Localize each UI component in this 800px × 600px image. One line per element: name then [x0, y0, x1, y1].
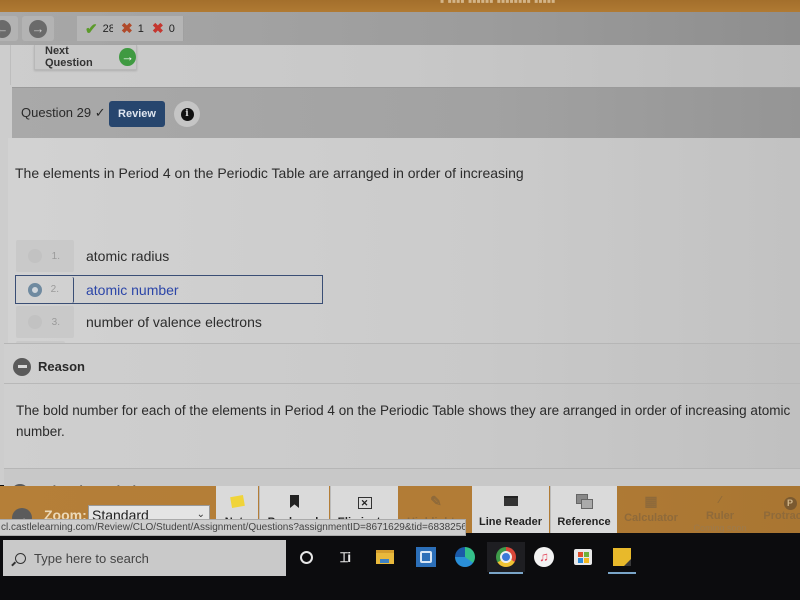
assignment-title-fragment: ▪ ▪▪▪▪ ▪▪▪▪▪▪ ▪▪▪▪▪▪▪▪ ▪▪▪▪▪ — [440, 0, 556, 8]
line-reader-icon — [503, 496, 518, 506]
collapse-icon[interactable] — [13, 357, 31, 376]
reason-text: The bold number for each of the elements… — [16, 403, 791, 439]
divider — [10, 45, 16, 85]
tool-label: Ruler — [705, 510, 735, 522]
itunes-icon: ♫ — [534, 547, 554, 567]
highlighter-icon: ✎ — [430, 493, 442, 509]
microsoft-store-button[interactable] — [567, 542, 599, 572]
status-bar-url: cl.castlelearning.com/Review/CLO/Student… — [0, 519, 466, 536]
question-body: The elements in Period 4 on the Periodic… — [8, 138, 800, 373]
choice-number: 1. — [51, 250, 60, 262]
tool-label: Protractor — [763, 510, 800, 522]
folder-icon — [376, 550, 394, 564]
question-page: Next Question → Question 29 ✓ Review i T… — [0, 45, 800, 502]
calculator-icon: ▦ — [644, 493, 658, 509]
tool-label: Line Reader — [479, 516, 542, 528]
choice-text: atomic number — [86, 281, 179, 298]
edge-button[interactable] — [449, 542, 481, 572]
chrome-icon — [496, 547, 516, 567]
wrong-count[interactable]: ✖ 0 — [144, 16, 184, 41]
check-icon: ✔ — [85, 20, 98, 38]
reason-title: Reason — [38, 359, 85, 374]
choice-number-box: 3. — [16, 306, 74, 338]
ruler-icon: ⁄ — [719, 495, 721, 506]
answer-choice-3[interactable]: 3. number of valence electrons — [16, 305, 316, 339]
wrong-x-icon: ✖ — [152, 20, 164, 36]
file-explorer-button[interactable] — [369, 542, 401, 572]
search-placeholder: Type here to search — [34, 550, 149, 566]
bookmark-icon — [290, 495, 299, 508]
task-view-icon: ⌶i — [339, 548, 351, 565]
radio-button[interactable] — [28, 249, 42, 263]
camera-icon — [416, 547, 436, 567]
arrow-right-icon: → — [119, 48, 136, 66]
radio-button-selected[interactable] — [28, 282, 42, 297]
store-icon — [574, 549, 592, 565]
choice-number-box: 1. — [16, 240, 74, 272]
itunes-button[interactable]: ♫ — [528, 542, 560, 572]
sticky-note-icon — [229, 494, 245, 509]
radio-button[interactable] — [28, 315, 42, 329]
tool-line-reader[interactable]: Line Reader — [472, 486, 549, 533]
tool-protractor[interactable]: P Protractor — [760, 486, 800, 533]
forward-question-button[interactable]: → — [22, 16, 54, 41]
camera-app-button[interactable] — [410, 542, 442, 572]
task-view-button[interactable]: ⌶i — [329, 542, 361, 572]
related-vocabulary-section[interactable]: Related Vocabulary — [4, 468, 800, 502]
tool-calculator[interactable]: ▦ Calculator — [620, 486, 682, 533]
previous-question-button[interactable]: ← — [0, 16, 18, 41]
tool-label: Reference — [557, 516, 611, 528]
reason-header[interactable]: Reason — [4, 350, 800, 384]
choice-number: 3. — [51, 316, 60, 328]
cortana-button[interactable] — [290, 542, 322, 572]
next-question-button[interactable]: Next Question → — [34, 45, 137, 70]
cortana-icon — [299, 550, 313, 564]
question-nav-bar: ← → ✔ 28 ✖ 1 ✖ 0 — [0, 12, 800, 45]
question-prompt: The elements in Period 4 on the Periodic… — [15, 165, 524, 181]
search-icon — [15, 552, 26, 564]
info-icon: i — [180, 107, 194, 121]
windows-taskbar: Type here to search ⌶i ♫ — [0, 536, 800, 600]
choice-number-box: 2. — [16, 276, 74, 303]
tool-reference[interactable]: Reference — [550, 486, 617, 533]
partial-x-icon: ✖ — [121, 20, 133, 36]
answer-choice-2-selected[interactable]: 2. atomic number — [15, 275, 323, 304]
active-indicator — [608, 572, 636, 574]
chrome-button[interactable] — [487, 542, 525, 574]
arrow-right-icon: → — [29, 19, 47, 38]
arrow-left-icon: ← — [0, 19, 11, 38]
tool-ruler: ⁄ Ruler Coming soon — [690, 486, 750, 533]
tool-label: Calculator — [624, 512, 678, 524]
active-indicator — [489, 572, 523, 574]
top-banner: ▪ ▪▪▪▪ ▪▪▪▪▪▪ ▪▪▪▪▪▪▪▪ ▪▪▪▪▪ — [0, 0, 800, 12]
protractor-icon: P — [783, 497, 797, 510]
question-header: Question 29 ✓ Review i — [12, 87, 800, 138]
sticky-notes-button[interactable] — [606, 542, 638, 574]
wrong-count-value: 0 — [168, 22, 175, 35]
taskbar-search-input[interactable]: Type here to search — [3, 540, 286, 576]
reason-section: Reason The bold number for each of the e… — [4, 343, 800, 468]
eliminator-icon: ✕ — [357, 497, 372, 509]
choice-number: 2. — [50, 284, 59, 295]
answer-choice-1[interactable]: 1. atomic radius — [16, 239, 316, 273]
coming-soon-label: Coming soon — [693, 523, 747, 533]
edge-icon — [455, 547, 475, 567]
sticky-notes-icon — [613, 548, 631, 566]
choice-text: number of valence electrons — [86, 314, 262, 330]
reference-icon — [576, 494, 593, 509]
info-button[interactable]: i — [174, 101, 200, 127]
question-title: Question 29 ✓ — [21, 105, 106, 120]
next-question-label: Next Question — [45, 45, 93, 69]
choice-text: atomic radius — [86, 248, 170, 264]
review-button[interactable]: Review — [109, 101, 165, 127]
partial-count-value: 1 — [137, 22, 144, 35]
